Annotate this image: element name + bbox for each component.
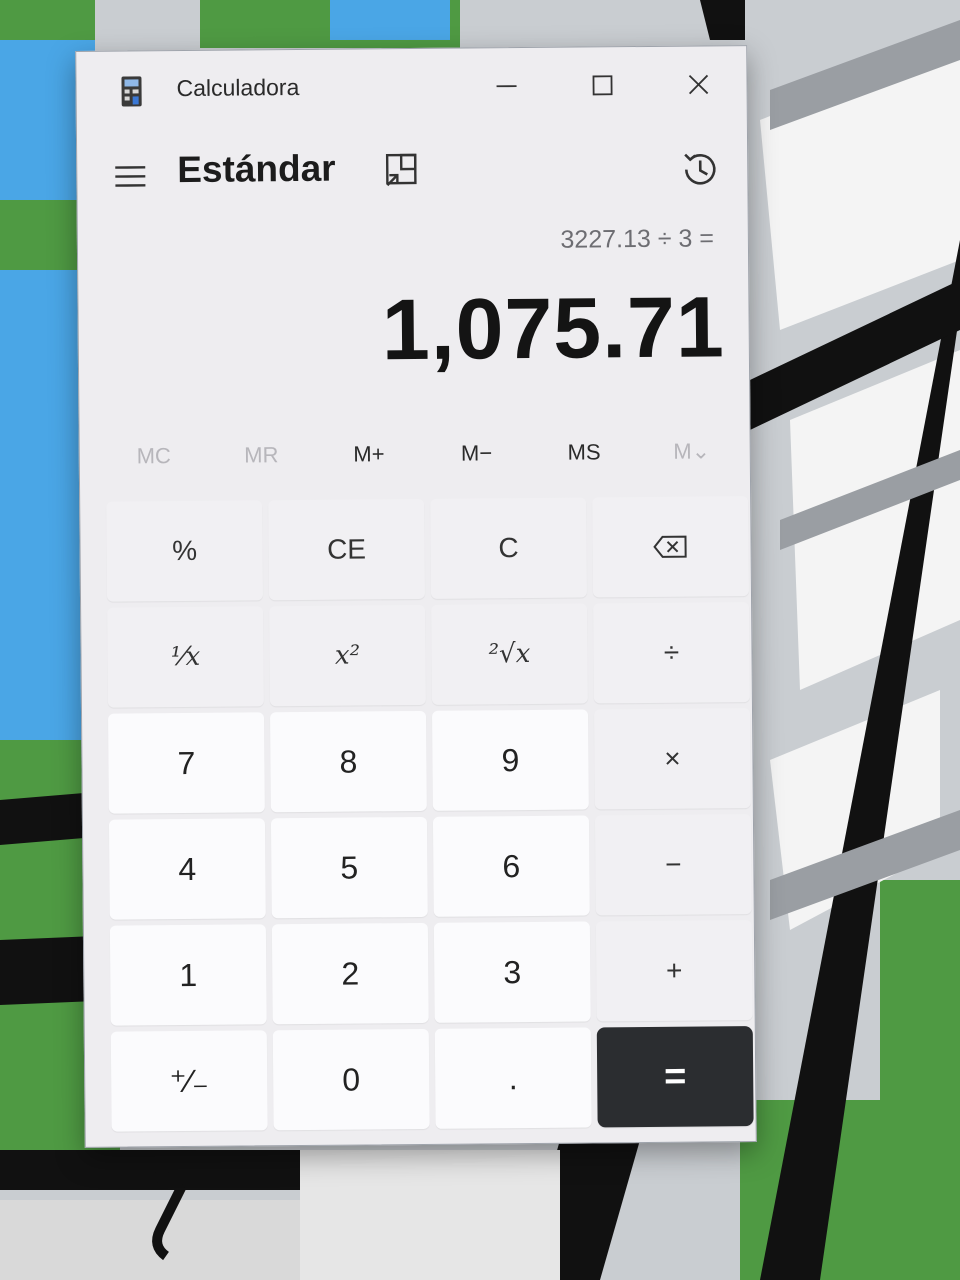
digit-5-button[interactable]: 5: [270, 816, 428, 919]
clear-entry-button[interactable]: CE: [268, 498, 426, 601]
add-button[interactable]: +: [595, 920, 753, 1022]
reciprocal-button[interactable]: ¹⁄x: [107, 606, 264, 708]
multiply-button[interactable]: ×: [593, 708, 751, 810]
reciprocal-label: ¹⁄x: [170, 641, 201, 673]
keep-on-top-icon[interactable]: [381, 151, 421, 191]
expression-display: 3227.13 ÷ 3 =: [560, 224, 715, 254]
digit-9-button[interactable]: 9: [431, 709, 589, 811]
memory-list-button[interactable]: M⌄: [642, 438, 742, 479]
backspace-button[interactable]: [592, 496, 750, 598]
memory-store-button[interactable]: MS: [534, 439, 634, 480]
memory-row: MC MR M+ M− MS M⌄: [98, 438, 748, 484]
digit-6-button[interactable]: 6: [432, 815, 590, 917]
app-title: Calculadora: [176, 73, 300, 102]
subtract-button[interactable]: −: [594, 814, 752, 916]
percent-button[interactable]: %: [106, 500, 264, 602]
result-display: 1,075.71: [381, 279, 726, 379]
square-root-label: ²√x: [488, 639, 531, 670]
square-root-button[interactable]: ²√x: [431, 603, 588, 705]
minimize-icon: [496, 85, 517, 88]
mode-title: Estándar: [177, 147, 336, 191]
divide-button[interactable]: ÷: [593, 602, 750, 704]
hamburger-icon[interactable]: [113, 161, 147, 191]
close-icon: [688, 74, 709, 95]
decimal-button[interactable]: .: [434, 1027, 592, 1129]
digit-4-button[interactable]: 4: [108, 818, 266, 920]
calculator-app-icon: [121, 76, 142, 107]
keypad: % CE C ¹⁄x x² ²√x ÷ 7 8 9 × 4 5 6 − 1 2 …: [106, 496, 754, 1132]
history-icon[interactable]: [677, 146, 723, 192]
equals-button[interactable]: =: [596, 1026, 754, 1128]
memory-recall-button[interactable]: MR: [211, 442, 311, 483]
minimize-button[interactable]: [466, 58, 546, 115]
mode-header: Estándar: [77, 136, 748, 212]
maximize-icon: [592, 75, 613, 96]
digit-2-button[interactable]: 2: [271, 922, 429, 1025]
square-label: x²: [334, 640, 361, 671]
memory-add-button[interactable]: M+: [319, 441, 419, 482]
digit-7-button[interactable]: 7: [108, 712, 265, 814]
digit-3-button[interactable]: 3: [433, 921, 591, 1023]
digit-1-button[interactable]: 1: [109, 924, 267, 1026]
square-button[interactable]: x²: [269, 604, 426, 707]
maximize-button[interactable]: [562, 57, 642, 114]
backspace-icon: [653, 535, 687, 558]
title-bar[interactable]: Calculadora: [76, 46, 747, 128]
memory-subtract-button[interactable]: M−: [426, 440, 526, 481]
memory-clear-button[interactable]: MC: [104, 443, 204, 484]
digit-0-button[interactable]: 0: [272, 1028, 430, 1131]
digit-8-button[interactable]: 8: [270, 710, 427, 813]
negate-button[interactable]: ⁺⁄₋: [110, 1030, 268, 1132]
close-button[interactable]: [658, 56, 738, 113]
calculator-window: Calculadora Estándar 3227.13 ÷ 3 = 1,075…: [75, 45, 757, 1148]
clear-button[interactable]: C: [430, 497, 588, 599]
